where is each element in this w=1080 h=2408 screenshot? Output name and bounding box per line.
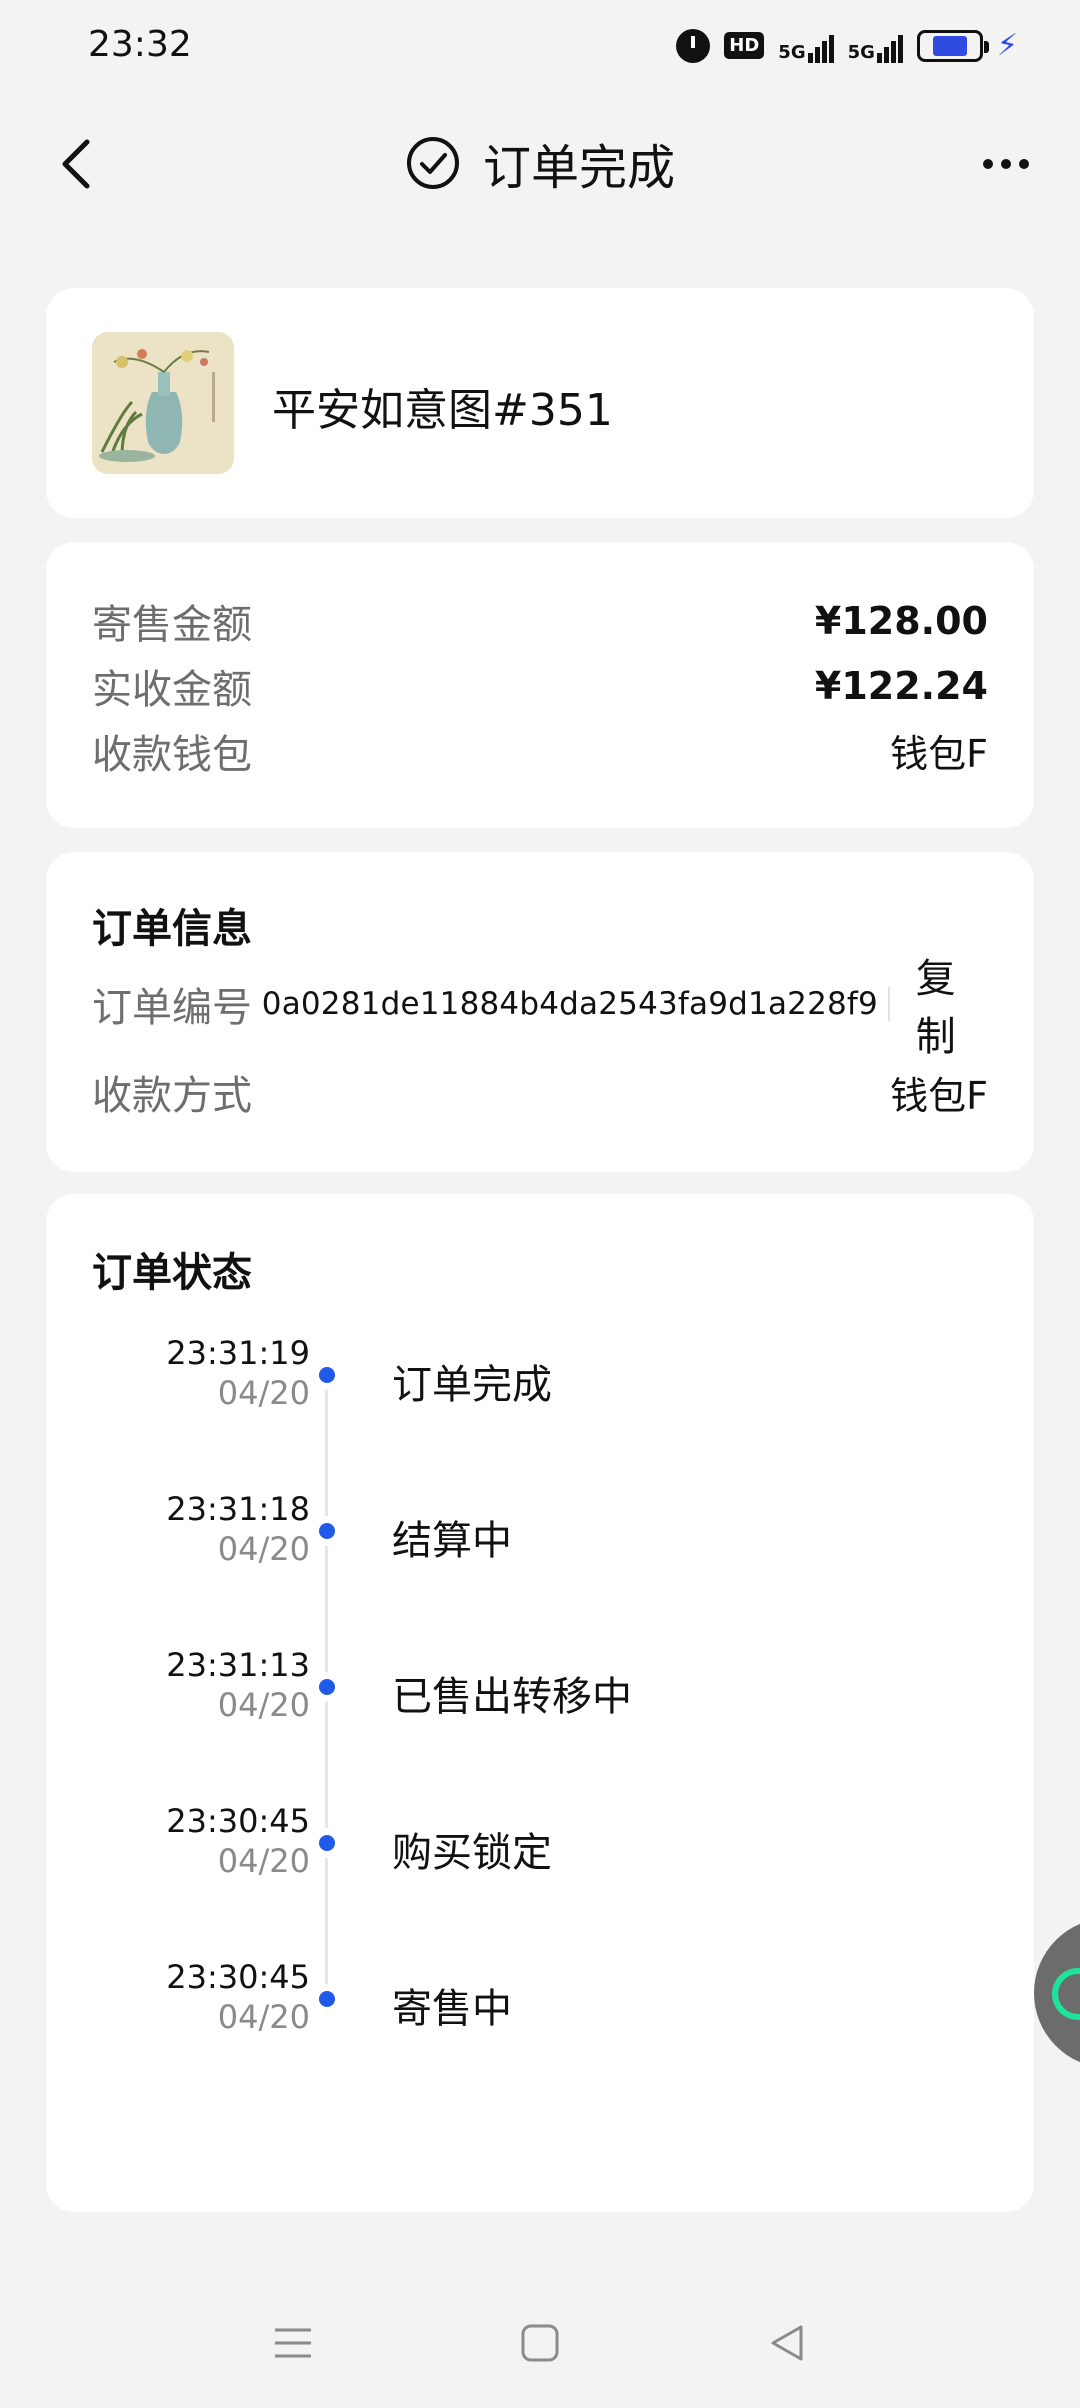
payment-method-value: 钱包F (890, 1073, 988, 1118)
signal-label: 5G (778, 41, 806, 63)
event-time: 23:31:18 (166, 1490, 310, 1528)
timeline-item: 23:31:19 04/20 订单完成 (46, 1334, 1034, 1434)
timeline-item: 23:31:13 04/20 已售出转移中 (46, 1646, 1034, 1746)
more-button[interactable] (974, 144, 1038, 184)
hd-icon: HD (724, 32, 765, 59)
payment-method-row: 收款方式 钱包F (92, 1048, 988, 1136)
signal-5g-icon: 5G (778, 29, 834, 63)
timeline-item: 23:31:18 04/20 结算中 (46, 1490, 1034, 1590)
order-number-row: 订单编号 0a0281de11884b4da2543fa9d1a228f9 复制 (92, 956, 988, 1060)
title-wrap: 订单完成 (0, 128, 1080, 198)
order-info-card: 订单信息 订单编号 0a0281de11884b4da2543fa9d1a228… (46, 852, 1034, 1172)
signal-label: 5G (847, 41, 875, 63)
timeline-dot (312, 1516, 342, 1546)
system-nav-bar (0, 2288, 1080, 2398)
received-amount-label: 实收金额 (92, 666, 252, 713)
event-time: 23:31:13 (166, 1646, 310, 1684)
event-date: 04/20 (217, 1998, 310, 2036)
event-label: 寄售中 (392, 1986, 512, 2032)
payment-method-label: 收款方式 (92, 1073, 252, 1119)
product-thumbnail (92, 332, 234, 474)
status-bar: 23:32 HD 5G 5G ⚡ (0, 0, 1080, 96)
event-label: 已售出转移中 (392, 1674, 632, 1720)
received-amount-value: ¥122.24 (814, 663, 988, 708)
header: 订单完成 (0, 110, 1080, 220)
event-label: 订单完成 (392, 1362, 552, 1408)
order-status-title: 订单状态 (92, 1250, 252, 1296)
battery-icon (916, 29, 989, 62)
menu-icon (275, 2328, 312, 2358)
event-label: 购买锁定 (392, 1830, 552, 1876)
floating-bubble-icon (1052, 1968, 1080, 2020)
timeline-item: 23:30:45 04/20 寄售中 (46, 1958, 1034, 2058)
wallet-value: 钱包F (890, 732, 988, 776)
copy-button[interactable]: 复制 (916, 946, 988, 1062)
system-back-button[interactable] (757, 2313, 817, 2373)
product-name: 平安如意图#351 (272, 385, 613, 436)
event-time: 23:31:19 (166, 1334, 310, 1372)
event-time: 23:30:45 (166, 1958, 310, 1996)
check-circle-icon (406, 137, 459, 189)
event-date: 04/20 (217, 1686, 310, 1724)
product-card[interactable]: 平安如意图#351 (46, 288, 1034, 518)
back-triangle-icon (771, 2325, 803, 2361)
sale-amount-value: ¥128.00 (814, 598, 988, 643)
wallet-label: 收款钱包 (92, 731, 252, 778)
alarm-icon (676, 28, 711, 63)
home-square-icon (521, 2324, 559, 2362)
timeline-dot (312, 1360, 342, 1390)
floating-assistant-bubble[interactable] (1034, 1918, 1080, 2068)
timeline-dot (312, 1672, 342, 1702)
timeline-dot (312, 1984, 342, 2014)
status-time: 23:32 (88, 24, 192, 65)
amount-card: 寄售金额 ¥128.00 实收金额 ¥122.24 收款钱包 钱包F (46, 542, 1034, 828)
page-title: 订单完成 (482, 140, 675, 196)
order-number-label: 订单编号 (92, 985, 252, 1031)
wallet-row: 收款钱包 钱包F (92, 718, 988, 783)
recent-apps-button[interactable] (263, 2313, 323, 2373)
timeline-item: 23:30:45 04/20 购买锁定 (46, 1802, 1034, 1902)
timeline-dot (312, 1828, 342, 1858)
received-amount-row: 实收金额 ¥122.24 (92, 653, 988, 718)
event-time: 23:30:45 (166, 1802, 310, 1840)
order-number-value: 0a0281de11884b4da2543fa9d1a228f9 (261, 986, 878, 1022)
status-icons: HD 5G 5G ⚡ (676, 28, 1018, 63)
vase-painting-thumbnail (92, 332, 234, 474)
event-date: 04/20 (217, 1374, 310, 1412)
event-date: 04/20 (217, 1530, 310, 1568)
event-date: 04/20 (217, 1842, 310, 1880)
charging-bolt-icon: ⚡ (996, 28, 1018, 63)
divider (887, 987, 890, 1021)
order-info-title: 订单信息 (92, 906, 252, 952)
sale-amount-row: 寄售金额 ¥128.00 (92, 588, 988, 653)
order-status-card: 订单状态 23:31:19 04/20 订单完成 23:31:18 04/20 … (46, 1194, 1034, 2212)
signal-5g-icon: 5G (848, 29, 903, 63)
sale-amount-label: 寄售金额 (92, 601, 252, 648)
event-label: 结算中 (392, 1518, 512, 1564)
home-button[interactable] (510, 2313, 570, 2373)
more-horizontal-icon (983, 159, 993, 169)
